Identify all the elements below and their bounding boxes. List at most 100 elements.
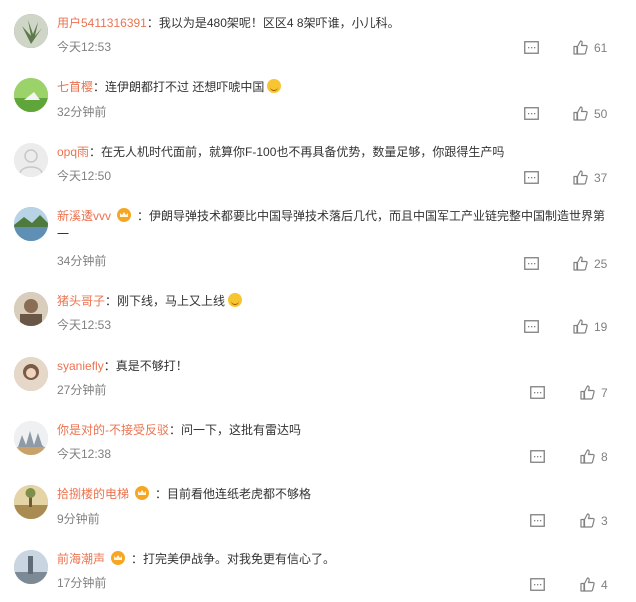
comment-item: opq雨：在无人机时代面前，就算你F-100也不再具备优势，数量足够，你跟得生产… bbox=[0, 143, 636, 193]
comment-icon bbox=[524, 171, 539, 184]
crown-badge-icon bbox=[117, 208, 132, 222]
thumbs-up-icon bbox=[573, 319, 588, 334]
colon: ： bbox=[103, 359, 116, 373]
thumbs-up-icon bbox=[573, 106, 588, 121]
cartoon-avatar[interactable] bbox=[14, 421, 48, 455]
colon: ： bbox=[89, 145, 102, 159]
portrait-avatar[interactable] bbox=[14, 357, 48, 391]
reply-button[interactable] bbox=[530, 386, 545, 399]
comment-item: 前海潮声 ：打完美伊战争。对我免更有信心了。 17分钟前 4 bbox=[0, 550, 636, 600]
comment-body: 你是对的-不接受反驳：问一下，这批有雷达吗 bbox=[57, 421, 612, 439]
like-count: 25 bbox=[594, 256, 608, 271]
photo-avatar[interactable] bbox=[14, 292, 48, 326]
like-button[interactable]: 50 bbox=[573, 106, 607, 121]
like-button[interactable]: 7 bbox=[580, 385, 608, 400]
like-button[interactable]: 19 bbox=[573, 319, 607, 334]
comment-time: 今天12:38 bbox=[57, 447, 112, 461]
comment-time: 34分钟前 bbox=[57, 254, 107, 268]
comment-text: 打完美伊战争。对我免更有信心了。 bbox=[143, 552, 336, 566]
like-button[interactable]: 4 bbox=[580, 577, 608, 592]
like-button[interactable]: 8 bbox=[580, 449, 608, 464]
like-count: 4 bbox=[601, 577, 608, 592]
like-button[interactable]: 61 bbox=[573, 40, 607, 55]
comment-icon bbox=[530, 386, 545, 399]
thumbs-up-icon bbox=[573, 256, 588, 271]
username-link[interactable]: syaniefly bbox=[57, 359, 104, 373]
comment-icon bbox=[530, 578, 545, 591]
like-count: 50 bbox=[594, 106, 608, 121]
username-link[interactable]: 七苜樱 bbox=[57, 80, 93, 94]
colon: ： bbox=[105, 294, 118, 308]
comment-body: syaniefly：真是不够打！ bbox=[57, 357, 612, 375]
like-count: 19 bbox=[594, 319, 608, 334]
comment-item: 七苜樱：连伊朗都打不过 还想吓唬中国 32分钟前 50 bbox=[0, 78, 636, 128]
comment-body: 七苜樱：连伊朗都打不过 还想吓唬中国 bbox=[57, 78, 612, 96]
comment-time: 32分钟前 bbox=[57, 105, 107, 119]
like-count: 8 bbox=[601, 449, 608, 464]
reply-button[interactable] bbox=[524, 171, 539, 184]
colon: ： bbox=[93, 80, 106, 94]
comment-time: 17分钟前 bbox=[57, 576, 107, 590]
colon: ： bbox=[169, 423, 182, 437]
comment-item: 拾捌楼的电梯 ：目前看他连纸老虎都不够格 9分钟前 3 bbox=[0, 485, 636, 535]
like-button[interactable]: 3 bbox=[580, 513, 608, 528]
like-count: 61 bbox=[594, 40, 608, 55]
username-link[interactable]: 用户5411316391 bbox=[57, 16, 147, 30]
comment-time: 27分钟前 bbox=[57, 383, 107, 397]
green-landscape-avatar[interactable] bbox=[14, 78, 48, 112]
comment-time: 9分钟前 bbox=[57, 512, 100, 526]
thumbs-up-icon bbox=[573, 170, 588, 185]
comment-icon bbox=[530, 450, 545, 463]
crown-badge-icon bbox=[135, 486, 150, 500]
comment-icon bbox=[524, 257, 539, 270]
sky-avatar[interactable] bbox=[14, 550, 48, 584]
username-link[interactable]: 猪头哥子 bbox=[57, 294, 105, 308]
colon: ： bbox=[131, 552, 144, 566]
comment-icon bbox=[524, 107, 539, 120]
comment-text: 在无人机时代面前，就算你F-100也不再具备优势，数量足够，你跟得生产吗 bbox=[101, 145, 505, 159]
comment-body: 拾捌楼的电梯 ：目前看他连纸老虎都不够格 bbox=[57, 485, 612, 503]
comment-item: syaniefly：真是不够打！ 27分钟前 7 bbox=[0, 357, 636, 407]
comment-body: 前海潮声 ：打完美伊战争。对我免更有信心了。 bbox=[57, 550, 612, 568]
username-link[interactable]: 新溪逶vvv bbox=[57, 209, 111, 223]
succulent-avatar[interactable] bbox=[14, 14, 48, 48]
like-count: 7 bbox=[601, 385, 608, 400]
thumbs-up-icon bbox=[580, 513, 595, 528]
reply-button[interactable] bbox=[524, 320, 539, 333]
reply-button[interactable] bbox=[530, 450, 545, 463]
crown-badge-icon bbox=[111, 551, 126, 565]
like-button[interactable]: 25 bbox=[573, 256, 607, 271]
username-link[interactable]: 前海潮声 bbox=[57, 552, 105, 566]
comment-time: 今天12:50 bbox=[57, 169, 112, 183]
username-link[interactable]: opq雨 bbox=[57, 145, 89, 159]
username-link[interactable]: 你是对的-不接受反驳 bbox=[57, 423, 169, 437]
comment-body: opq雨：在无人机时代面前，就算你F-100也不再具备优势，数量足够，你跟得生产… bbox=[57, 143, 612, 161]
reply-button[interactable] bbox=[524, 41, 539, 54]
comment-item: 猪头哥子：刚下线，马上又上线 今天12:53 19 bbox=[0, 292, 636, 342]
colon: ： bbox=[155, 487, 168, 501]
lake-avatar[interactable] bbox=[14, 207, 48, 241]
reply-button[interactable] bbox=[524, 107, 539, 120]
reply-button[interactable] bbox=[524, 257, 539, 270]
comment-item: 你是对的-不接受反驳：问一下，这批有雷达吗 今天12:38 8 bbox=[0, 421, 636, 471]
comment-time: 今天12:53 bbox=[57, 40, 112, 54]
reply-button[interactable] bbox=[530, 514, 545, 527]
colon: ： bbox=[146, 16, 159, 30]
like-button[interactable]: 37 bbox=[573, 170, 607, 185]
comment-text: 连伊朗都打不过 还想吓唬中国 bbox=[105, 80, 265, 94]
comment-item: 用户5411316391：我以为是480架呢！区区4 8架吓谁，小儿科。 今天1… bbox=[0, 14, 636, 64]
colon: ： bbox=[137, 209, 150, 223]
desert-avatar[interactable] bbox=[14, 485, 48, 519]
like-count: 37 bbox=[594, 170, 608, 185]
like-count: 3 bbox=[601, 513, 608, 528]
username-link[interactable]: 拾捌楼的电梯 bbox=[57, 487, 129, 501]
thumbs-up-icon bbox=[580, 449, 595, 464]
thumbs-up-icon bbox=[580, 385, 595, 400]
reply-button[interactable] bbox=[530, 578, 545, 591]
thumbs-up-icon bbox=[580, 577, 595, 592]
default-avatar[interactable] bbox=[14, 143, 48, 177]
comment-body: 新溪逶vvv ：伊朗导弹技术都要比中国导弹技术落后几代，而且中国军工产业链完整中国… bbox=[57, 207, 612, 243]
comment-item: 新溪逶vvv ：伊朗导弹技术都要比中国导弹技术落后几代，而且中国军工产业链完整中国… bbox=[0, 207, 636, 271]
comment-text: 问一下，这批有雷达吗 bbox=[181, 423, 302, 437]
comment-icon bbox=[524, 41, 539, 54]
